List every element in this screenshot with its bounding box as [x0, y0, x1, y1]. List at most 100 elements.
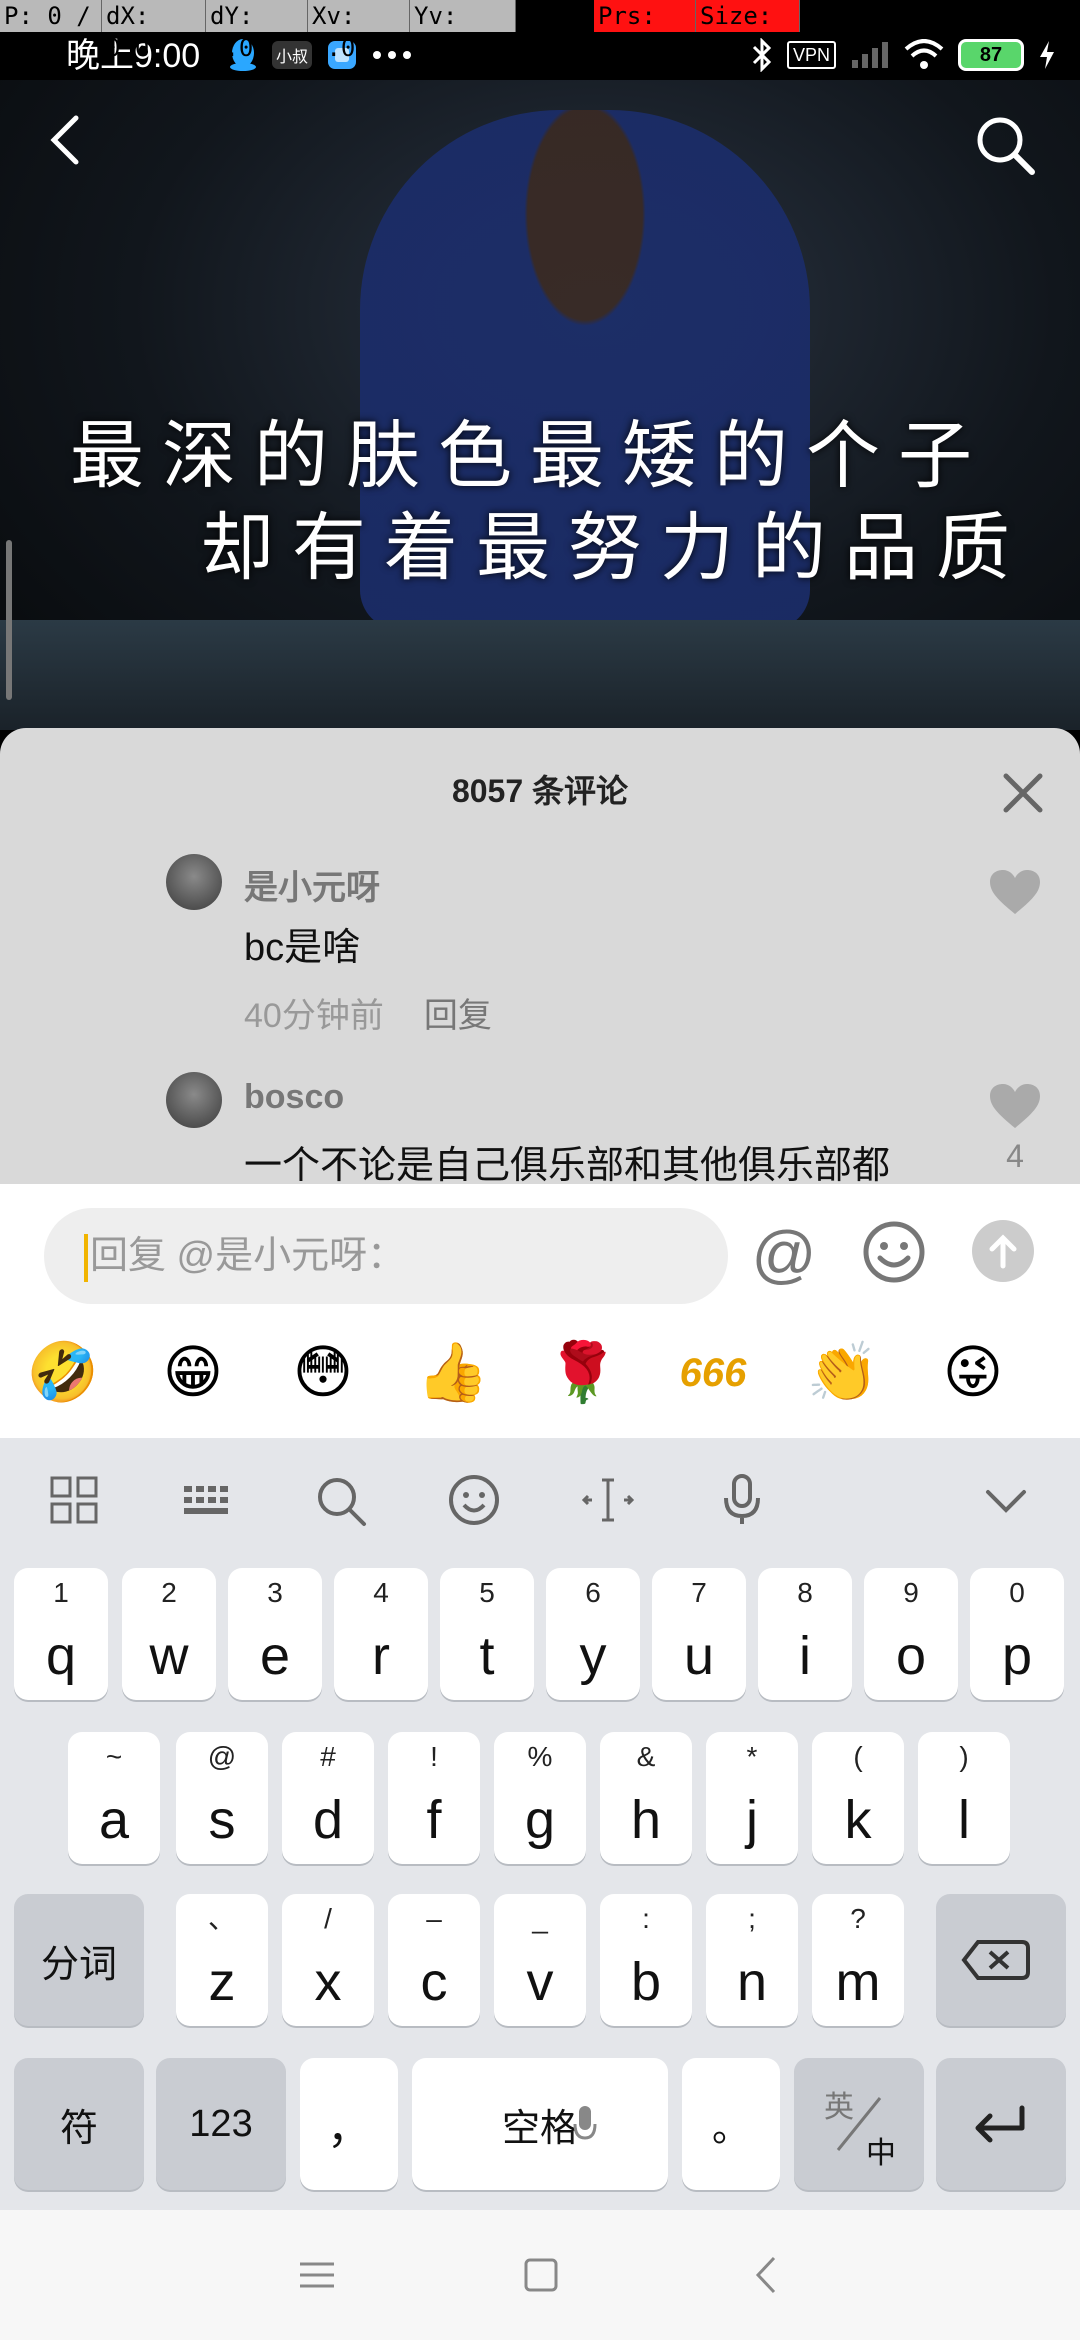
- key-i[interactable]: 8i: [758, 1568, 852, 1700]
- debug-yv: Yv: 0.0: [410, 0, 516, 62]
- back-arrow-icon[interactable]: [40, 110, 90, 170]
- like-count: 4: [1006, 1138, 1024, 1174]
- key-z[interactable]: 、 z: [176, 1894, 268, 2026]
- microphone-icon[interactable]: [712, 1470, 772, 1530]
- space-key[interactable]: 空格: [412, 2058, 668, 2190]
- key-u[interactable]: 7u: [652, 1568, 746, 1700]
- menu-icon[interactable]: [294, 2252, 340, 2298]
- key-d[interactable]: # d: [282, 1732, 374, 1864]
- key-m[interactable]: ? m: [812, 1894, 904, 2026]
- comments-count-title: 8057 条评论: [451, 773, 629, 809]
- apps-grid-icon[interactable]: [44, 1470, 104, 1530]
- key-a[interactable]: ~ a: [68, 1732, 160, 1864]
- segment-key[interactable]: 分词: [14, 1894, 144, 2026]
- quick-emoji-row: 🤣 😁 😳 👍 🌹 666 👏 😜: [0, 1334, 1080, 1454]
- arrow-up-icon: [989, 1234, 1017, 1269]
- emoji-laugh-cry[interactable]: 🤣: [24, 1334, 102, 1412]
- emoji-grin[interactable]: 😁: [154, 1334, 232, 1412]
- key-j[interactable]: * j: [706, 1732, 798, 1864]
- comment-text: bc是啥: [244, 927, 361, 969]
- back-icon[interactable]: [744, 2252, 790, 2298]
- key-k[interactable]: (k: [812, 1732, 904, 1864]
- comment-username[interactable]: bosco: [244, 1078, 344, 1117]
- charging-icon: [1040, 41, 1054, 69]
- key-l[interactable]: ) l: [918, 1732, 1010, 1864]
- reply-button[interactable]: 回复: [424, 997, 492, 1035]
- home-icon[interactable]: [518, 2252, 564, 2298]
- number-key[interactable]: 123: [156, 2058, 286, 2190]
- video-caption-line-2: 却有着最努力的品质: [200, 505, 1028, 591]
- key-c[interactable]: – c: [388, 1894, 480, 2026]
- comment-username[interactable]: 是小元呀: [244, 860, 380, 909]
- text-cursor: [84, 1233, 88, 1282]
- comma-key[interactable]: ，: [300, 2058, 398, 2190]
- key-b[interactable]: :b: [600, 1894, 692, 2026]
- key-g[interactable]: % g: [494, 1732, 586, 1864]
- key-r[interactable]: 4r: [334, 1568, 428, 1700]
- key-p[interactable]: 0p: [970, 1568, 1064, 1700]
- language-switch-key[interactable]: 英 中: [794, 2058, 924, 2190]
- debug-xv: Xv: 0.0: [308, 0, 410, 62]
- key-s[interactable]: @ s: [176, 1732, 268, 1864]
- app-badge-icon: 小叔: [272, 41, 313, 69]
- emoji-wink-tongue[interactable]: 😜: [934, 1334, 1012, 1412]
- key-w[interactable]: 2w: [122, 1568, 216, 1700]
- emoji-666[interactable]: 666: [674, 1334, 752, 1412]
- emoji-thumbs-up[interactable]: 👍: [414, 1334, 492, 1412]
- comment-text: 一个不论是自己俱乐部和其他俱乐部都: [244, 1145, 891, 1184]
- emoji-icon[interactable]: [444, 1470, 504, 1530]
- key-q[interactable]: 1q: [14, 1568, 108, 1700]
- close-icon[interactable]: [1000, 770, 1046, 816]
- key-t[interactable]: 5t: [440, 1568, 534, 1700]
- enter-key[interactable]: [936, 2058, 1066, 2190]
- key-f[interactable]: ! f: [388, 1732, 480, 1864]
- cellular-signal-icon: [852, 42, 888, 68]
- reply-placeholder: 回复 @是小元呀：: [90, 1235, 406, 1277]
- emoji-rose[interactable]: 🌹: [544, 1334, 622, 1412]
- key-h[interactable]: & h: [600, 1732, 692, 1864]
- emoji-clap[interactable]: 👏: [804, 1334, 882, 1412]
- key-n[interactable]: ; n: [706, 1894, 798, 2026]
- comments-panel: 8057 条评论 是小元呀 bc是啥 40分钟前 回复 bosco 一个不论是自己…: [0, 728, 1080, 1184]
- system-status-icons: VPN 87: [751, 38, 1056, 72]
- bluetooth-icon: [752, 38, 772, 72]
- key-y[interactable]: 6y: [546, 1568, 640, 1700]
- key-o[interactable]: 9o: [864, 1568, 958, 1700]
- search-icon[interactable]: [310, 1470, 370, 1530]
- heart-icon[interactable]: [988, 1082, 1042, 1132]
- video-caption: 最深的肤色最矮的个子 却有着最努力的品质: [70, 410, 1030, 594]
- backspace-icon: [961, 1940, 1030, 1980]
- system-navigation-bar: [0, 2210, 1080, 2340]
- comment-meta: 40分钟前 回复: [244, 988, 492, 1037]
- heart-icon[interactable]: [988, 868, 1042, 918]
- avatar[interactable]: [166, 1072, 222, 1128]
- video-frame-stadium: [0, 620, 1080, 730]
- keyboard-toolbar: [0, 1438, 1080, 1562]
- period-key[interactable]: 。: [682, 2058, 780, 2190]
- video-player[interactable]: 最深的肤色最矮的个子 却有着最努力的品质: [0, 80, 1080, 730]
- vpn-icon: VPN: [786, 41, 836, 69]
- emoji-icon[interactable]: [862, 1220, 926, 1284]
- debug-dy: dY: 0.0: [206, 0, 308, 62]
- search-icon[interactable]: [970, 110, 1040, 180]
- battery-icon: 87: [958, 39, 1024, 71]
- pointer-debug-overlay: P: 0 / 1 dX: 0.0 dY: 0.0 Xv: 0.0 Yv: 0.0…: [0, 0, 1080, 62]
- cursor-move-icon[interactable]: [578, 1470, 638, 1530]
- keyboard-layout-icon[interactable]: [178, 1470, 238, 1530]
- send-button[interactable]: [972, 1220, 1034, 1282]
- mention-button[interactable]: @: [750, 1220, 818, 1288]
- soft-keyboard: 1q 2w 3e 4r 5t 6y 7u 8i 9o 0p ~ a @ s # d !…: [0, 1438, 1080, 2210]
- symbol-key[interactable]: 符: [14, 2058, 144, 2190]
- scroll-indicator: [6, 540, 12, 700]
- debug-size: Size: 1.0: [696, 0, 800, 62]
- video-caption-line-1: 最深的肤色最矮的个子: [70, 413, 990, 499]
- avatar[interactable]: [166, 854, 222, 910]
- debug-pointer: P: 0 / 1: [0, 0, 102, 62]
- key-x[interactable]: / x: [282, 1894, 374, 2026]
- backspace-key[interactable]: [936, 1894, 1066, 2026]
- key-e[interactable]: 3e: [228, 1568, 322, 1700]
- key-v[interactable]: _ v: [494, 1894, 586, 2026]
- emoji-flushed[interactable]: 😳: [284, 1334, 362, 1412]
- chevron-down-icon[interactable]: [976, 1470, 1036, 1530]
- reply-input[interactable]: 回复 @是小元呀：: [44, 1208, 728, 1304]
